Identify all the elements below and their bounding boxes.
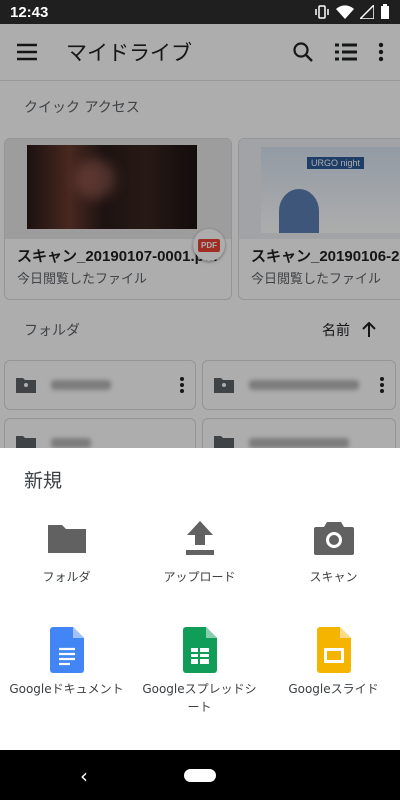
google-sheets-button[interactable]: Googleスプレッドシート xyxy=(133,626,266,716)
camera-icon xyxy=(313,522,354,555)
modal-scrim[interactable] xyxy=(0,24,400,448)
upload-label: アップロード xyxy=(163,570,236,584)
google-slides-icon xyxy=(316,627,351,673)
signal-icon xyxy=(360,5,374,19)
status-bar: 12:43 xyxy=(0,0,400,24)
google-slides-label: Googleスライド xyxy=(288,682,379,696)
scan-button[interactable]: スキャン xyxy=(267,514,400,586)
google-docs-icon xyxy=(49,627,84,673)
system-nav-bar: ‹ xyxy=(0,750,400,800)
new-folder-label: フォルダ xyxy=(42,570,91,584)
upload-icon xyxy=(185,521,214,555)
home-pill-icon[interactable] xyxy=(184,769,216,782)
new-folder-button[interactable]: フォルダ xyxy=(0,514,133,586)
sheet-title: 新規 xyxy=(24,470,63,492)
vibrate-icon xyxy=(315,5,329,19)
wifi-icon xyxy=(336,5,354,19)
google-slides-button[interactable]: Googleスライド xyxy=(267,626,400,698)
folder-icon xyxy=(47,525,86,553)
google-sheets-label: Googleスプレッドシート xyxy=(142,682,257,714)
back-icon[interactable]: ‹ xyxy=(80,764,88,788)
google-docs-button[interactable]: Googleドキュメント xyxy=(0,626,133,698)
google-docs-label: Googleドキュメント xyxy=(9,682,124,696)
status-icons xyxy=(314,4,390,20)
upload-button[interactable]: アップロード xyxy=(133,514,266,586)
scan-label: スキャン xyxy=(309,570,358,584)
new-item-bottom-sheet: 新規 フォルダ アップロード スキャン Googleドキュメント Googleス… xyxy=(0,448,400,750)
battery-icon xyxy=(381,4,389,19)
google-sheets-icon xyxy=(182,627,217,673)
status-time: 12:43 xyxy=(10,3,49,21)
